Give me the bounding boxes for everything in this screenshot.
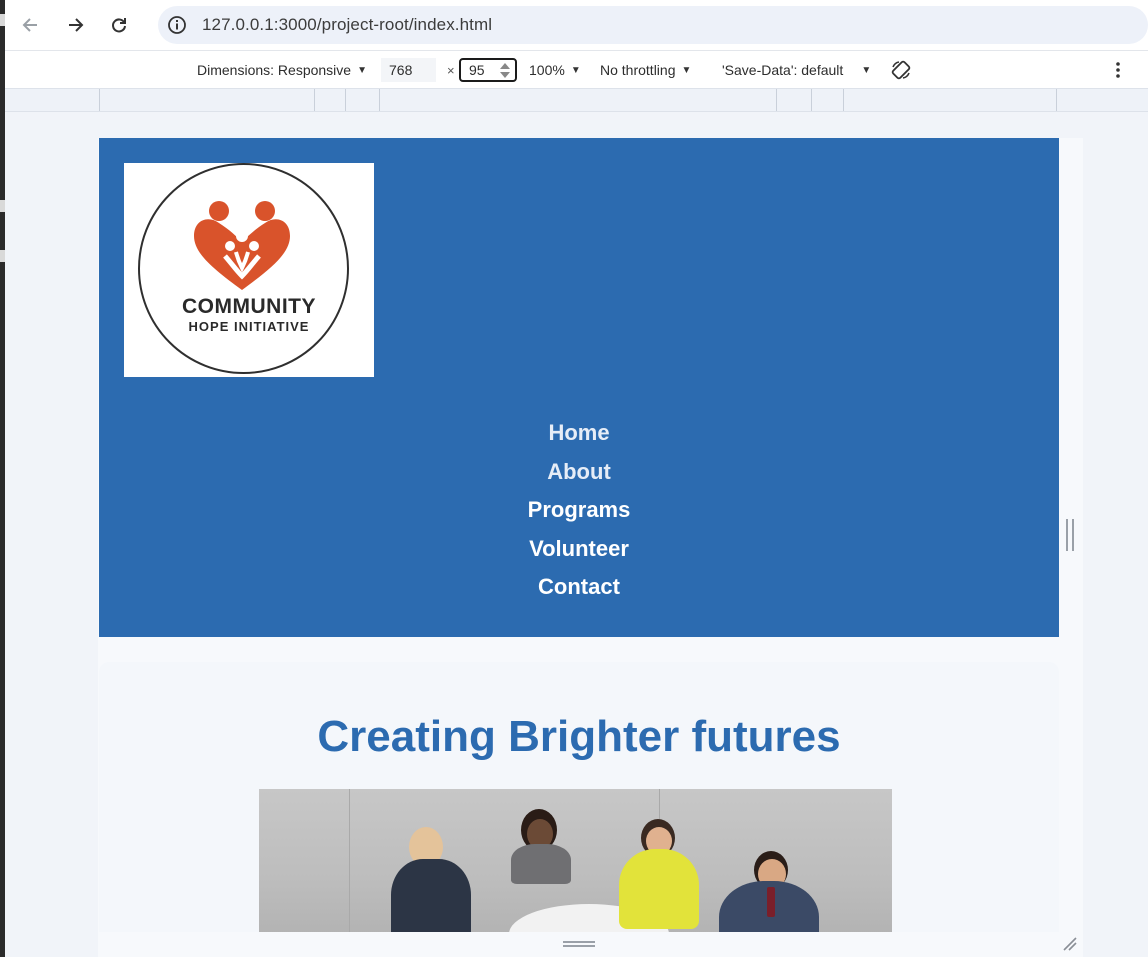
media-query-ruler — [5, 88, 1148, 112]
caret-down-icon: ▼ — [861, 64, 872, 76]
nav-link-contact[interactable]: Contact — [99, 568, 1059, 607]
height-input[interactable]: 95 — [459, 58, 517, 82]
height-value: 95 — [469, 62, 485, 78]
viewport-resize-handle-right[interactable] — [1066, 519, 1074, 551]
height-spinner[interactable] — [499, 62, 511, 80]
caret-down-icon: ▼ — [681, 64, 692, 76]
save-data-dropdown[interactable]: 'Save-Data': default ▼ — [722, 51, 871, 89]
nav-link-home[interactable]: Home — [99, 414, 1059, 453]
caret-down-icon: ▼ — [357, 64, 367, 76]
nav-link-volunteer[interactable]: Volunteer — [99, 530, 1059, 569]
rotate-icon — [891, 60, 911, 80]
logo-text-line2: HOPE INITIATIVE — [188, 319, 310, 334]
rotate-button[interactable] — [890, 51, 912, 89]
forward-button[interactable] — [57, 7, 93, 43]
throttling-value: No throttling — [600, 62, 676, 78]
width-value: 768 — [389, 62, 413, 78]
browser-toolbar: 127.0.0.1:3000/project-root/index.html — [5, 0, 1148, 50]
address-bar[interactable]: 127.0.0.1:3000/project-root/index.html — [158, 6, 1148, 44]
site-header: COMMUNITY HOPE INITIATIVE Home About Pro… — [99, 138, 1059, 637]
kebab-menu-icon — [1116, 62, 1120, 78]
rendered-page: COMMUNITY HOPE INITIATIVE Home About Pro… — [98, 138, 1083, 932]
caret-down-icon: ▼ — [570, 64, 581, 76]
arrow-right-icon — [69, 18, 84, 32]
times-symbol: × — [447, 62, 455, 78]
back-button[interactable] — [13, 7, 49, 43]
throttling-dropdown[interactable]: No throttling ▼ — [600, 51, 691, 89]
reload-button[interactable] — [101, 7, 137, 43]
hero-image — [259, 789, 892, 932]
nav-link-programs[interactable]: Programs — [99, 491, 1059, 530]
main-nav: Home About Programs Volunteer Contact — [99, 414, 1059, 607]
more-options-button[interactable] — [1115, 51, 1121, 89]
zoom-dropdown[interactable]: 100% ▼ — [529, 51, 581, 89]
device-toolbar: Dimensions: Responsive ▼ 768 × 95 100% ▼… — [5, 50, 1148, 88]
dimensions-label: Dimensions: Responsive — [197, 62, 352, 78]
site-info-icon[interactable] — [166, 14, 188, 36]
reload-icon — [112, 18, 126, 33]
dimensions-dropdown[interactable]: Dimensions: Responsive ▼ — [197, 51, 367, 89]
arrow-left-icon — [22, 18, 37, 32]
site-logo[interactable]: COMMUNITY HOPE INITIATIVE — [124, 163, 374, 377]
heart-family-icon — [194, 201, 290, 290]
viewport-resize-handle-bottom[interactable] — [98, 932, 1083, 957]
width-input[interactable]: 768 — [381, 58, 436, 82]
hero-headline: Creating Brighter futures — [317, 712, 841, 761]
resize-corner-icon[interactable] — [1062, 936, 1078, 952]
zoom-value: 100% — [529, 62, 565, 78]
save-data-value: 'Save-Data': default — [722, 62, 844, 78]
url-text: 127.0.0.1:3000/project-root/index.html — [202, 15, 493, 34]
nav-link-about[interactable]: About — [99, 453, 1059, 492]
logo-text-line1: COMMUNITY — [182, 295, 316, 318]
hero-section: Creating Brighter futures — [99, 662, 1059, 932]
